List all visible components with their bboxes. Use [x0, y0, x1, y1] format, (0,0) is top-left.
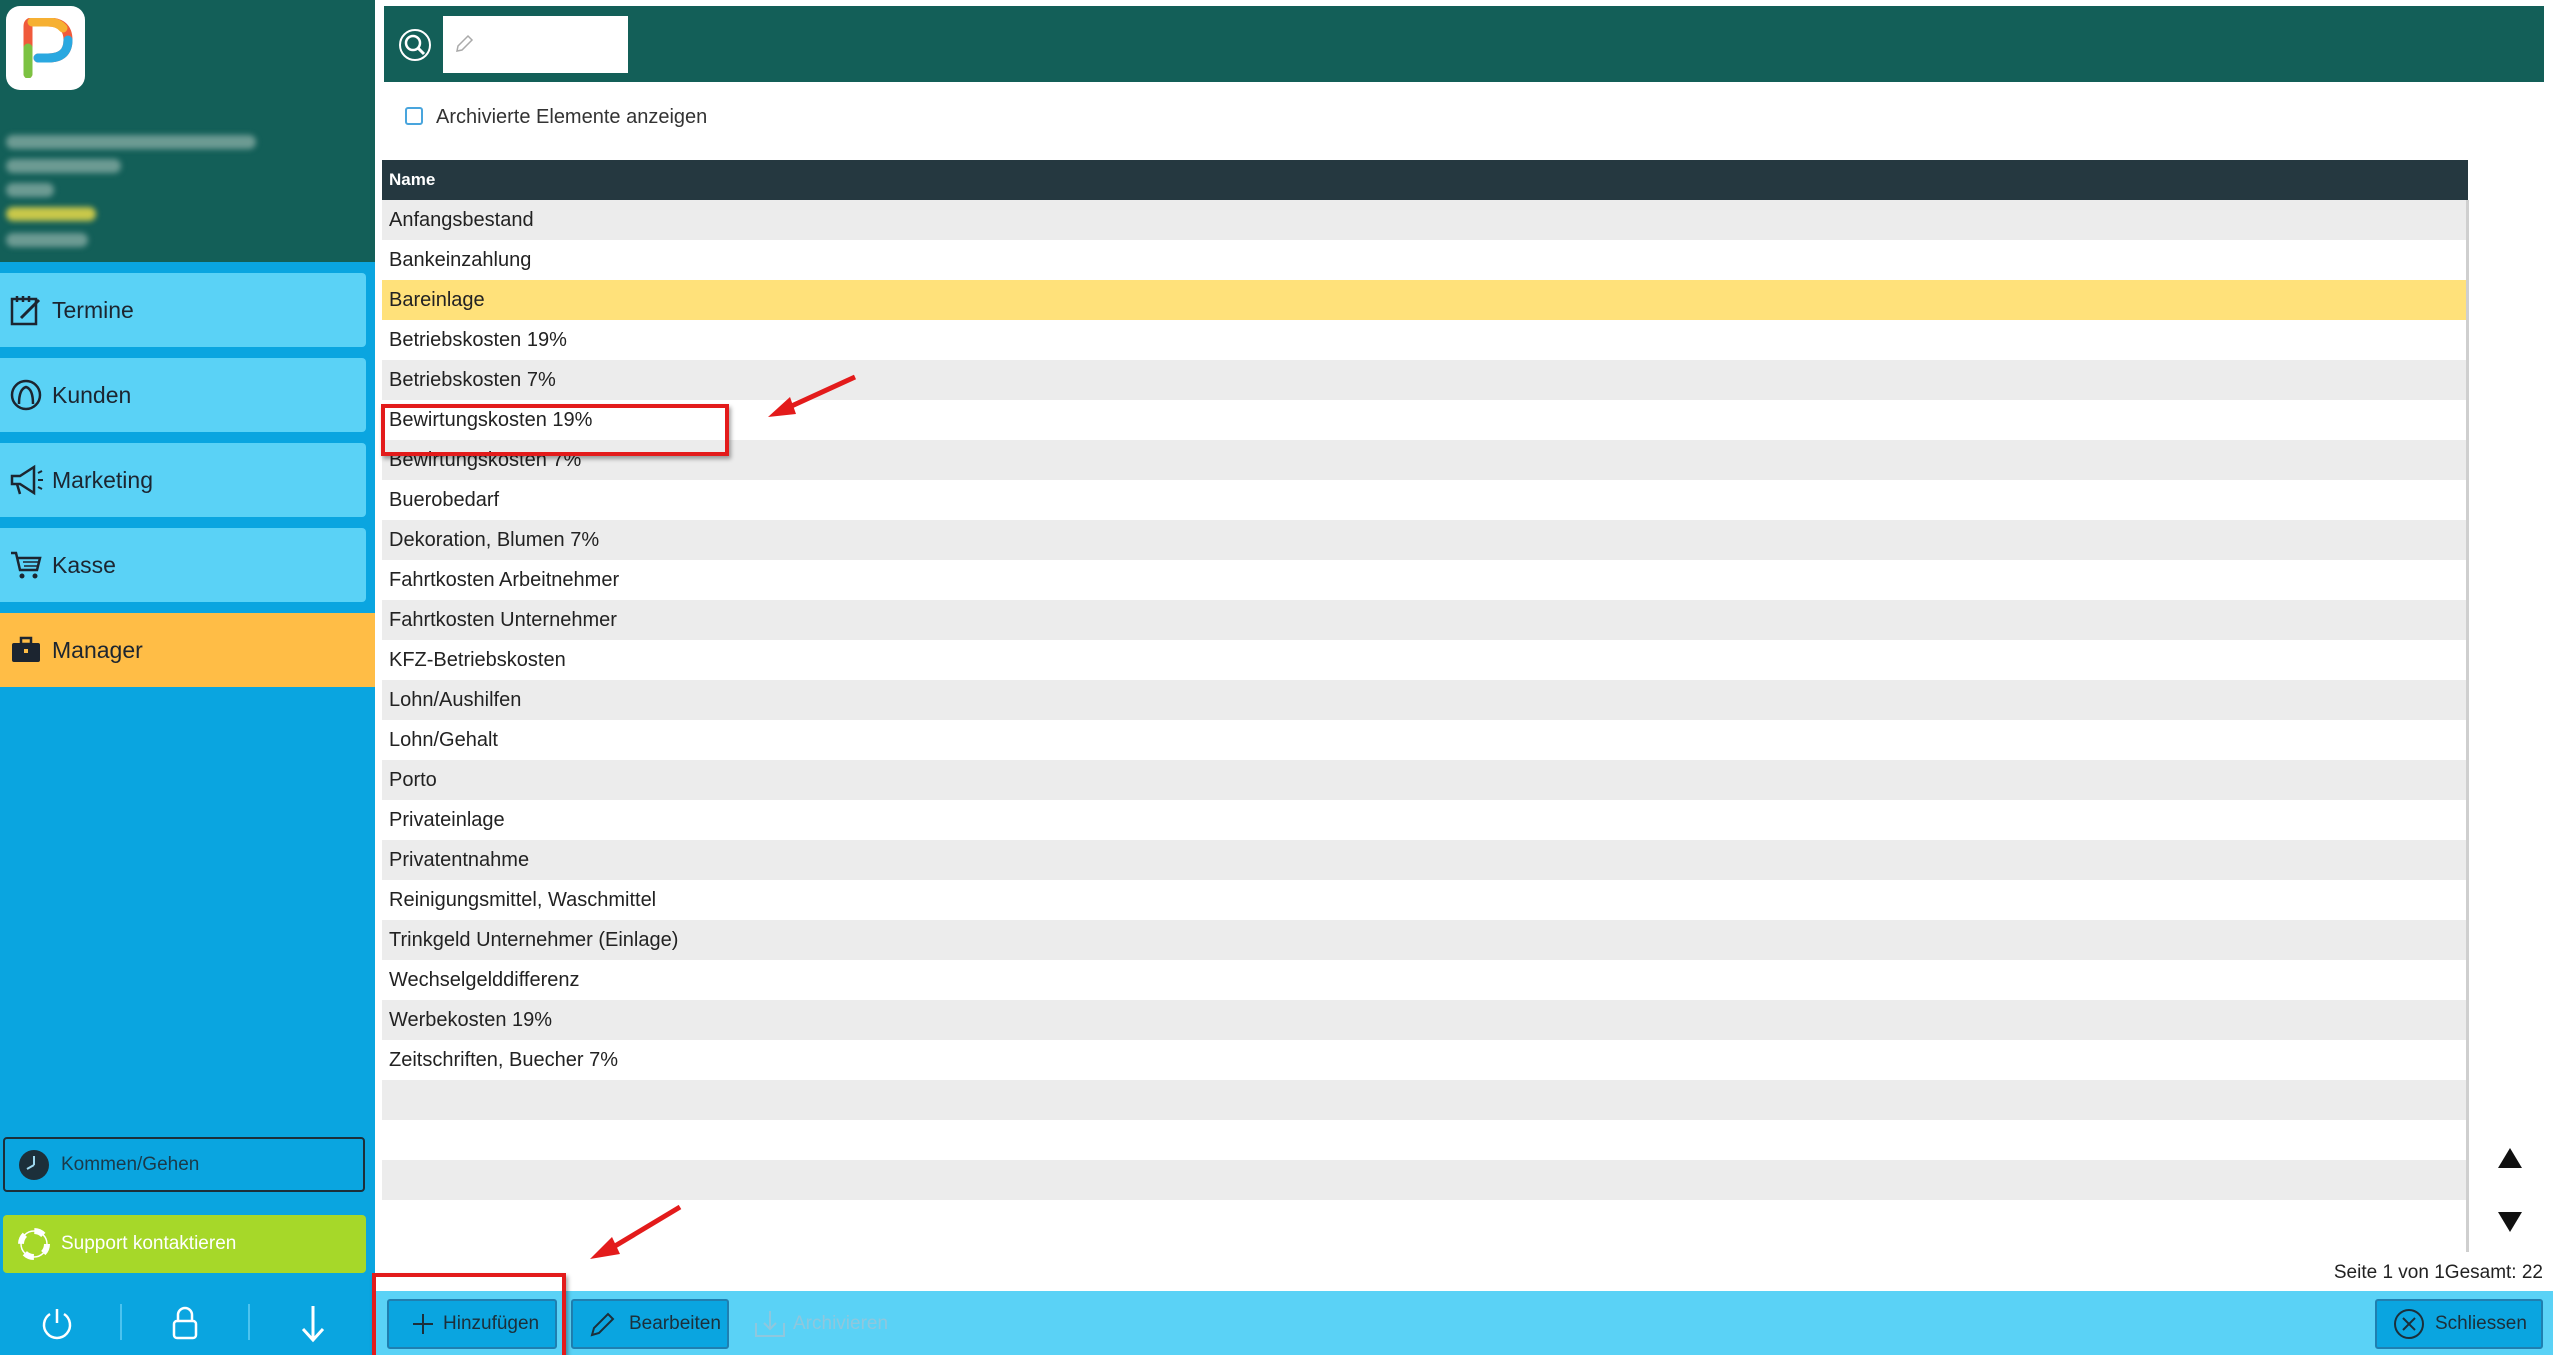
cart-icon [0, 528, 52, 602]
table-row[interactable]: Bareinlage [382, 280, 2468, 320]
highlight-box-bewirtungskosten [381, 404, 729, 456]
blurred-info-line [6, 159, 121, 173]
clock-icon [17, 1148, 51, 1182]
power-icon[interactable] [32, 1298, 82, 1348]
items-table: Name Anfangsbestand Bankeinzahlung Bareinl… [382, 160, 2468, 1240]
table-row[interactable]: Reinigungsmittel, Waschmittel [382, 880, 2468, 920]
app-logo [6, 6, 85, 90]
nav-item-label: Marketing [52, 466, 153, 493]
nav-item-label: Kunden [52, 381, 132, 408]
close-button[interactable]: Schliessen [2375, 1299, 2543, 1349]
annotation-arrow-icon [768, 374, 857, 417]
table-row[interactable]: Trinkgeld Unternehmer (Einlage) [382, 920, 2468, 960]
blurred-info-line [6, 135, 256, 149]
scroll-down-icon[interactable] [2496, 1210, 2524, 1239]
archive-button[interactable]: Archivieren [747, 1299, 907, 1349]
edit-button-label: Bearbeiten [629, 1313, 721, 1334]
table-row[interactable]: Werbekosten 19% [382, 1000, 2468, 1040]
pagination-info: Seite 1 von 1Gesamt: 22 [2333, 1262, 2543, 1283]
table-row[interactable] [382, 1160, 2468, 1200]
customer-icon [0, 358, 52, 432]
divider [120, 1304, 122, 1340]
kommen-gehen-label: Kommen/Gehen [61, 1153, 200, 1175]
blurred-info-line [6, 183, 54, 197]
action-bar: Hinzufügen Bearbeiten Archivieren Schlie… [375, 1291, 2553, 1355]
table-row[interactable]: Betriebskosten 19% [382, 320, 2468, 360]
blurred-info-line [6, 233, 88, 247]
table-row[interactable] [382, 1120, 2468, 1160]
archive-button-label: Archivieren [793, 1313, 889, 1334]
table-row[interactable]: KFZ-Betriebskosten [382, 640, 2468, 680]
nav-item-label: Manager [52, 636, 143, 663]
sidebar-footer [0, 1290, 375, 1355]
lifebuoy-icon [17, 1227, 51, 1261]
table-row[interactable] [382, 1200, 2468, 1240]
table-row[interactable]: Porto [382, 760, 2468, 800]
table-row[interactable]: Betriebskosten 7% [382, 360, 2468, 400]
blurred-info-line [6, 207, 96, 221]
sidebar-header [0, 0, 375, 262]
scroll-up-icon[interactable] [2496, 1146, 2524, 1175]
megaphone-icon [0, 443, 52, 517]
scrollbar[interactable] [2466, 200, 2469, 1252]
table-row[interactable]: Fahrtkosten Unternehmer [382, 600, 2468, 640]
table-row[interactable] [382, 1080, 2468, 1120]
nav-item-termine[interactable]: Termine [0, 273, 366, 347]
annotation-arrow-icon [590, 1204, 682, 1259]
search-icon[interactable] [398, 28, 432, 67]
divider [248, 1304, 250, 1340]
table-row[interactable]: Lohn/Gehalt [382, 720, 2468, 760]
table-row[interactable]: Lohn/Aushilfen [382, 680, 2468, 720]
arrow-down-icon[interactable] [288, 1298, 338, 1348]
nav-item-kunden[interactable]: Kunden [0, 358, 366, 432]
edit-button[interactable]: Bearbeiten [571, 1299, 729, 1349]
table-row[interactable]: Anfangsbestand [382, 200, 2468, 240]
table-row[interactable]: Buerobedarf [382, 480, 2468, 520]
briefcase-icon [0, 613, 52, 687]
table-body: Anfangsbestand Bankeinzahlung Bareinlage Be… [382, 200, 2468, 1240]
highlight-box-add-button [372, 1273, 566, 1355]
nav-item-marketing[interactable]: Marketing [0, 443, 366, 517]
archive-icon [753, 1309, 787, 1339]
calendar-edit-icon [0, 273, 52, 347]
column-header-name[interactable]: Name [382, 160, 2468, 200]
table-row[interactable]: Zeitschriften, Buecher 7% [382, 1040, 2468, 1080]
table-row[interactable]: Fahrtkosten Arbeitnehmer [382, 560, 2468, 600]
nav-item-label: Termine [52, 296, 134, 323]
support-label: Support kontaktieren [61, 1233, 237, 1254]
archive-checkbox-label: Archivierte Elemente anzeigen [436, 106, 708, 128]
close-icon [2393, 1308, 2425, 1340]
sidebar: Termine Kunden Marketing Kasse Manager K… [0, 0, 375, 1355]
table-row[interactable]: Bankeinzahlung [382, 240, 2468, 280]
table-row[interactable]: Wechselgelddifferenz [382, 960, 2468, 1000]
nav-item-label: Kasse [52, 551, 116, 578]
table-row[interactable]: Privatentnahme [382, 840, 2468, 880]
table-row[interactable]: Dekoration, Blumen 7% [382, 520, 2468, 560]
table-row[interactable]: Privateinlage [382, 800, 2468, 840]
close-button-label: Schliessen [2435, 1313, 2527, 1334]
archive-checkbox[interactable] [405, 107, 423, 125]
lock-icon[interactable] [160, 1298, 210, 1348]
pencil-icon [454, 34, 474, 59]
pencil-icon [589, 1310, 617, 1338]
nav-item-kasse[interactable]: Kasse [0, 528, 366, 602]
search-bar [384, 6, 2544, 82]
support-button[interactable]: Support kontaktieren [3, 1215, 366, 1273]
kommen-gehen-button[interactable]: Kommen/Gehen [3, 1137, 365, 1192]
nav-item-manager[interactable]: Manager [0, 613, 375, 687]
